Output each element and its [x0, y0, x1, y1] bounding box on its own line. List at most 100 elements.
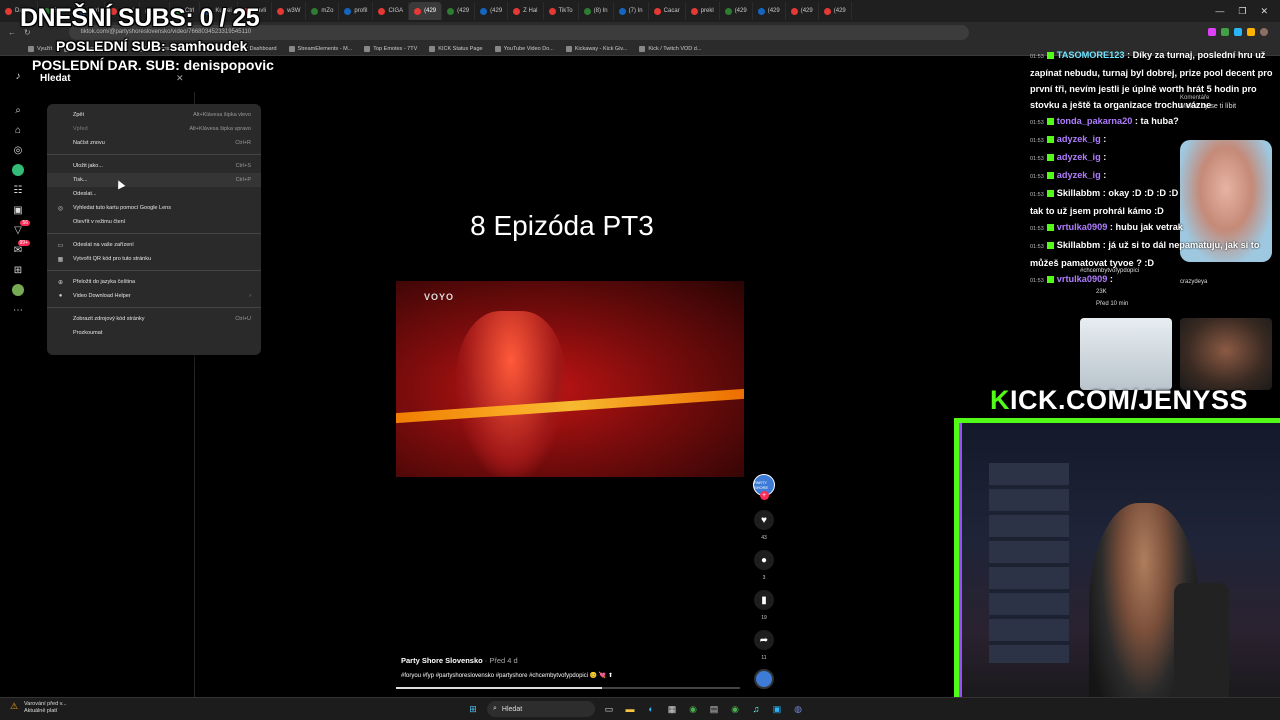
explore-icon[interactable]: ◎: [12, 144, 24, 156]
chat-username[interactable]: adyzek_ig: [1057, 134, 1101, 144]
context-menu-item[interactable]: Vpřed Alt+Klávesa šipka vpravo: [47, 122, 261, 136]
chrome-icon[interactable]: ◉: [686, 702, 700, 716]
kick-banner: KICK.COM/JENYSS: [990, 385, 1248, 416]
tv-icon[interactable]: ▣: [12, 204, 24, 216]
context-menu-item[interactable]: Otevřít v režimu čtení: [47, 215, 261, 229]
home-icon[interactable]: ⌂: [12, 124, 24, 136]
browser-tab[interactable]: (429: [819, 2, 852, 20]
chat-username[interactable]: TASOMORE123: [1057, 50, 1125, 60]
tiktok-logo-icon[interactable]: ♪: [12, 70, 24, 82]
like-button[interactable]: ♥: [754, 510, 774, 530]
overlay-likes: 23K: [1096, 289, 1107, 295]
chat-username[interactable]: Skillabbm: [1057, 188, 1100, 198]
chat-username[interactable]: adyzek_ig: [1057, 170, 1101, 180]
bookmark-item[interactable]: Kick / Twitch VOD d...: [639, 45, 701, 52]
browser-tab[interactable]: (429: [720, 2, 753, 20]
tab-favicon-icon: [583, 7, 591, 15]
more-icon[interactable]: ⋯: [12, 304, 24, 316]
messages-icon[interactable]: ✉ 99+: [12, 240, 30, 256]
edge-icon[interactable]: ◐: [644, 702, 658, 716]
chat-username[interactable]: vrtulka0909: [1057, 222, 1108, 232]
chat-username[interactable]: vrtulka0909: [1057, 274, 1108, 284]
browser-tab[interactable]: mZo: [306, 2, 340, 20]
bookmark-item[interactable]: KICK Status Page: [429, 45, 483, 52]
browser-tab[interactable]: (429: [409, 2, 443, 20]
bookmark-item[interactable]: YouTube Video Do...: [494, 45, 554, 52]
extension-icon[interactable]: [1221, 28, 1229, 36]
store-icon[interactable]: ▦: [665, 702, 679, 716]
chat-timestamp: 01:53: [1030, 192, 1044, 198]
live-icon[interactable]: [12, 164, 24, 176]
taskbar-search[interactable]: ⌕ Hledat: [487, 701, 595, 717]
context-menu-item[interactable]: ▦ Vytvořit QR kód pro tuto stránku: [47, 252, 261, 266]
upload-icon[interactable]: ⊞: [12, 264, 24, 276]
browser-tab[interactable]: prekl: [686, 2, 720, 20]
browser-tab[interactable]: (429: [786, 2, 819, 20]
context-menu-item[interactable]: Zobrazit zdrojový kód stránky Ctrl+U: [47, 312, 261, 326]
author-avatar[interactable]: PARTY SHORE +: [753, 474, 775, 500]
browser-tab[interactable]: (7) In: [614, 2, 649, 20]
close-icon[interactable]: ✕: [176, 73, 184, 84]
context-menu-item[interactable]: ⊕ Přeložit do jazyka čeština: [47, 275, 261, 289]
app-icon[interactable]: ♫: [749, 702, 763, 716]
search-icon[interactable]: ⌕: [12, 104, 24, 116]
browser-tab[interactable]: (429: [753, 2, 786, 20]
context-menu-item[interactable]: Prozkoumat: [47, 326, 261, 340]
profile-avatar[interactable]: [1260, 28, 1268, 36]
context-menu-item[interactable]: Načíst znovu Ctrl+R: [47, 136, 261, 150]
context-menu-item[interactable]: ● Video Download Helper ›: [47, 289, 261, 303]
bookmark-item[interactable]: Top Emotes - 7TV: [364, 45, 417, 52]
bookmark-item[interactable]: StreamElements - M...: [288, 45, 352, 52]
music-disc-icon[interactable]: [754, 669, 774, 689]
windows-start-icon[interactable]: ⊞: [466, 702, 480, 716]
context-menu-item[interactable]: Tisk... Ctrl+P: [47, 173, 261, 187]
activity-icon[interactable]: ▽ 56: [12, 220, 30, 236]
app-icon[interactable]: ▣: [770, 702, 784, 716]
browser-tab[interactable]: (429: [475, 2, 509, 20]
chat-username[interactable]: adyzek_ig: [1057, 152, 1101, 162]
video-light-bar: [396, 388, 744, 424]
context-menu-item[interactable]: Odeslat...: [47, 187, 261, 201]
follow-plus-icon[interactable]: +: [759, 491, 769, 500]
browser-tab[interactable]: Z Hal: [508, 2, 544, 20]
profile-avatar[interactable]: [12, 284, 24, 296]
following-icon[interactable]: ☷: [12, 184, 24, 196]
back-icon[interactable]: ←: [8, 28, 16, 37]
app-icon[interactable]: ▤: [707, 702, 721, 716]
maximize-icon[interactable]: ❐: [1238, 6, 1246, 17]
browser-tab[interactable]: TikTo: [544, 2, 579, 20]
menu-item-label: Odeslat...: [73, 191, 97, 197]
context-menu-item[interactable]: ▭ Odeslat na vaše zařízení: [47, 238, 261, 252]
context-menu-item[interactable]: Zpět Alt+Klávesa šipka vlevo: [47, 108, 261, 122]
discord-icon[interactable]: ◍: [791, 702, 805, 716]
minimize-icon[interactable]: —: [1215, 6, 1224, 16]
task-view-icon[interactable]: ▭: [602, 702, 616, 716]
weather-widget[interactable]: ⚠ Varování před v... Aktuálně platí: [10, 701, 67, 715]
save-button[interactable]: ▮: [754, 590, 774, 610]
close-icon[interactable]: ✕: [1260, 6, 1268, 17]
video-player[interactable]: [396, 281, 744, 477]
browser-tab[interactable]: (429: [442, 2, 476, 20]
share-button[interactable]: ➦: [754, 630, 774, 650]
extension-icon[interactable]: [1234, 28, 1242, 36]
browser-tab[interactable]: (8) In: [579, 2, 614, 20]
bookmark-item[interactable]: Využít: [28, 45, 52, 52]
browser-tab[interactable]: w3W: [272, 2, 307, 20]
extension-icon[interactable]: [1247, 28, 1255, 36]
tab-label: Z Hal: [523, 8, 538, 14]
browser-tab[interactable]: profil: [339, 2, 374, 20]
author-name[interactable]: Party Shore Slovensko: [401, 656, 483, 665]
chat-username[interactable]: Skillabbm: [1057, 240, 1100, 250]
video-progress-bar[interactable]: [396, 687, 740, 689]
menu-item-shortcut: Ctrl+P: [235, 177, 251, 183]
chrome-icon[interactable]: ◉: [728, 702, 742, 716]
chat-username[interactable]: tonda_pakarna20: [1057, 116, 1133, 126]
bookmark-item[interactable]: Kickaway - Kick Giv...: [565, 45, 627, 52]
context-menu-item[interactable]: ◎ Vyhledat tuto kartu pomocí Google Lens: [47, 201, 261, 215]
comment-button[interactable]: ●: [754, 550, 774, 570]
context-menu-item[interactable]: Uložit jako... Ctrl+S: [47, 159, 261, 173]
browser-tab[interactable]: Cacar: [649, 2, 686, 20]
extension-icon[interactable]: [1208, 28, 1216, 36]
file-explorer-icon[interactable]: ▬: [623, 702, 637, 716]
browser-tab[interactable]: CIGA: [373, 2, 410, 20]
